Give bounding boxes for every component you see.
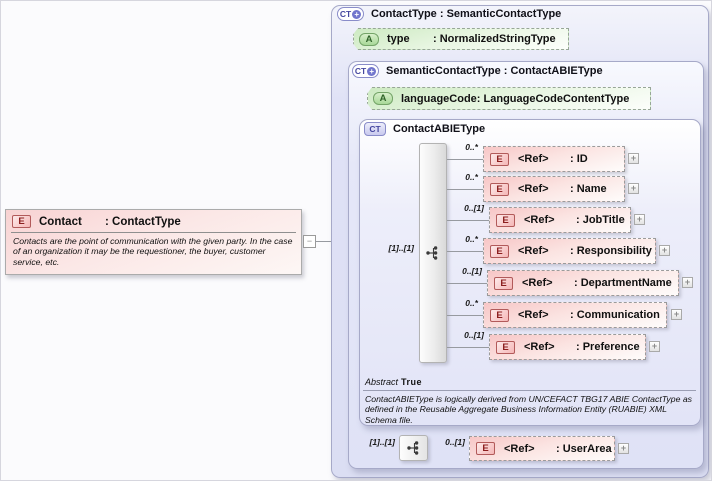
- element-type: : Responsibility: [570, 245, 652, 257]
- expand-button[interactable]: +: [628, 183, 639, 194]
- expand-button[interactable]: +: [634, 214, 645, 225]
- element-name: Contact: [39, 215, 82, 228]
- element-ref-name[interactable]: E <Ref> : Name: [483, 176, 625, 202]
- element-annotation: Contacts are the point of communication …: [13, 236, 293, 267]
- complextype-icon: CT +: [337, 7, 364, 21]
- attribute-icon: A: [359, 32, 379, 46]
- element-icon: E: [490, 152, 509, 166]
- complextype-icon: CT +: [352, 64, 379, 78]
- element-type: : DepartmentName: [574, 277, 672, 289]
- abstract-facet-label: Abstract: [365, 377, 399, 387]
- element-name: <Ref>: [504, 442, 535, 455]
- element-name: <Ref>: [522, 277, 553, 289]
- cardinality-label: 0..[1]: [462, 266, 482, 276]
- attribute-languagecode[interactable]: A languageCode : LanguageCodeContentType: [367, 87, 651, 110]
- connector-line: [447, 251, 483, 252]
- cardinality-label: 0..*: [465, 142, 478, 152]
- schema-diagram-canvas: E Contact : ContactType Contacts are the…: [0, 0, 712, 481]
- panel-title: ContactABIEType: [393, 123, 486, 135]
- element-icon: E: [476, 442, 495, 455]
- cardinality-label: 0..*: [465, 172, 478, 182]
- expand-button[interactable]: +: [671, 309, 682, 320]
- sequence-icon: [406, 441, 418, 455]
- element-ref-preference[interactable]: E <Ref> : Preference: [489, 334, 646, 360]
- sequence-compositor[interactable]: [399, 435, 428, 461]
- element-ref-responsibility[interactable]: E <Ref> : Responsibility: [483, 238, 656, 264]
- cardinality-label: 0..*: [465, 234, 478, 244]
- cardinality-label: 0..[1]: [464, 203, 484, 213]
- cardinality-label: [1]..[1]: [388, 243, 415, 253]
- divider: [363, 390, 696, 391]
- cardinality-label: 0..*: [465, 298, 478, 308]
- expand-button[interactable]: +: [618, 443, 629, 454]
- element-type: : UserArea: [556, 442, 612, 455]
- expand-button[interactable]: +: [682, 277, 693, 288]
- derived-plus-icon: +: [352, 9, 362, 19]
- attribute-type[interactable]: A type : NormalizedStringType: [353, 28, 569, 50]
- ct-label: CT: [354, 66, 367, 76]
- cardinality-label: [1]..[1]: [369, 437, 396, 447]
- connector-line: [447, 189, 483, 190]
- element-ref-id[interactable]: E <Ref> : ID: [483, 146, 625, 172]
- cardinality-label: 0..[1]: [445, 437, 465, 447]
- element-icon: E: [490, 244, 509, 258]
- connector-line: [447, 315, 483, 316]
- element-name: <Ref>: [524, 214, 555, 226]
- derived-plus-icon: +: [367, 66, 377, 76]
- element-type: : Name: [570, 183, 607, 195]
- element-type: : JobTitle: [576, 214, 625, 226]
- attribute-icon: A: [373, 92, 393, 105]
- element-icon: E: [496, 213, 515, 227]
- expand-button[interactable]: +: [659, 245, 670, 256]
- element-type: : Communication: [570, 309, 660, 321]
- element-name: <Ref>: [518, 153, 549, 165]
- element-contact[interactable]: E Contact : ContactType Contacts are the…: [5, 209, 302, 275]
- connector-line: [447, 347, 489, 348]
- cardinality-label: 0..[1]: [464, 330, 484, 340]
- element-name: <Ref>: [518, 245, 549, 257]
- connector-line: [447, 283, 487, 284]
- panel-annotation: ContactABIEType is logically derived fro…: [365, 394, 693, 425]
- panel-contactabietype-header: CT ContactABIEType: [364, 122, 485, 136]
- sequence-icon: [426, 246, 438, 260]
- attribute-name: languageCode: [401, 92, 477, 105]
- panel-semanticcontacttype-header: CT + SemanticContactType : ContactABIETyp…: [352, 64, 603, 78]
- element-icon: E: [494, 276, 513, 290]
- panel-title: ContactType : SemanticContactType: [371, 8, 562, 20]
- ct-label: CT: [339, 9, 352, 19]
- element-type: : ID: [570, 153, 588, 165]
- connector-line: [447, 159, 483, 160]
- element-type: : Preference: [576, 341, 640, 353]
- element-name: <Ref>: [518, 309, 549, 321]
- element-icon: E: [496, 340, 515, 354]
- element-icon: E: [490, 308, 509, 322]
- abstract-facet-value: True: [401, 377, 423, 387]
- panel-title: SemanticContactType : ContactABIEType: [386, 65, 603, 77]
- element-ref-communication[interactable]: E <Ref> : Communication: [483, 302, 667, 328]
- element-ref-userarea[interactable]: E <Ref> : UserArea: [469, 436, 615, 461]
- element-name: <Ref>: [524, 341, 555, 353]
- element-type: : ContactType: [105, 215, 181, 228]
- panel-contacttype-header: CT + ContactType : SemanticContactType: [337, 7, 561, 21]
- attribute-type-text: : NormalizedStringType: [433, 33, 556, 45]
- expand-button[interactable]: +: [649, 341, 660, 352]
- attribute-type-text: : LanguageCodeContentType: [476, 92, 630, 105]
- expand-button[interactable]: +: [628, 153, 639, 164]
- element-ref-departmentname[interactable]: E <Ref> : DepartmentName: [487, 270, 679, 296]
- element-ref-jobtitle[interactable]: E <Ref> : JobTitle: [489, 207, 631, 233]
- complextype-icon: CT: [364, 122, 386, 136]
- element-icon: E: [12, 215, 31, 228]
- element-name: <Ref>: [518, 183, 549, 195]
- connector-line: [447, 220, 489, 221]
- element-icon: E: [490, 182, 509, 196]
- attribute-name: type: [387, 33, 410, 45]
